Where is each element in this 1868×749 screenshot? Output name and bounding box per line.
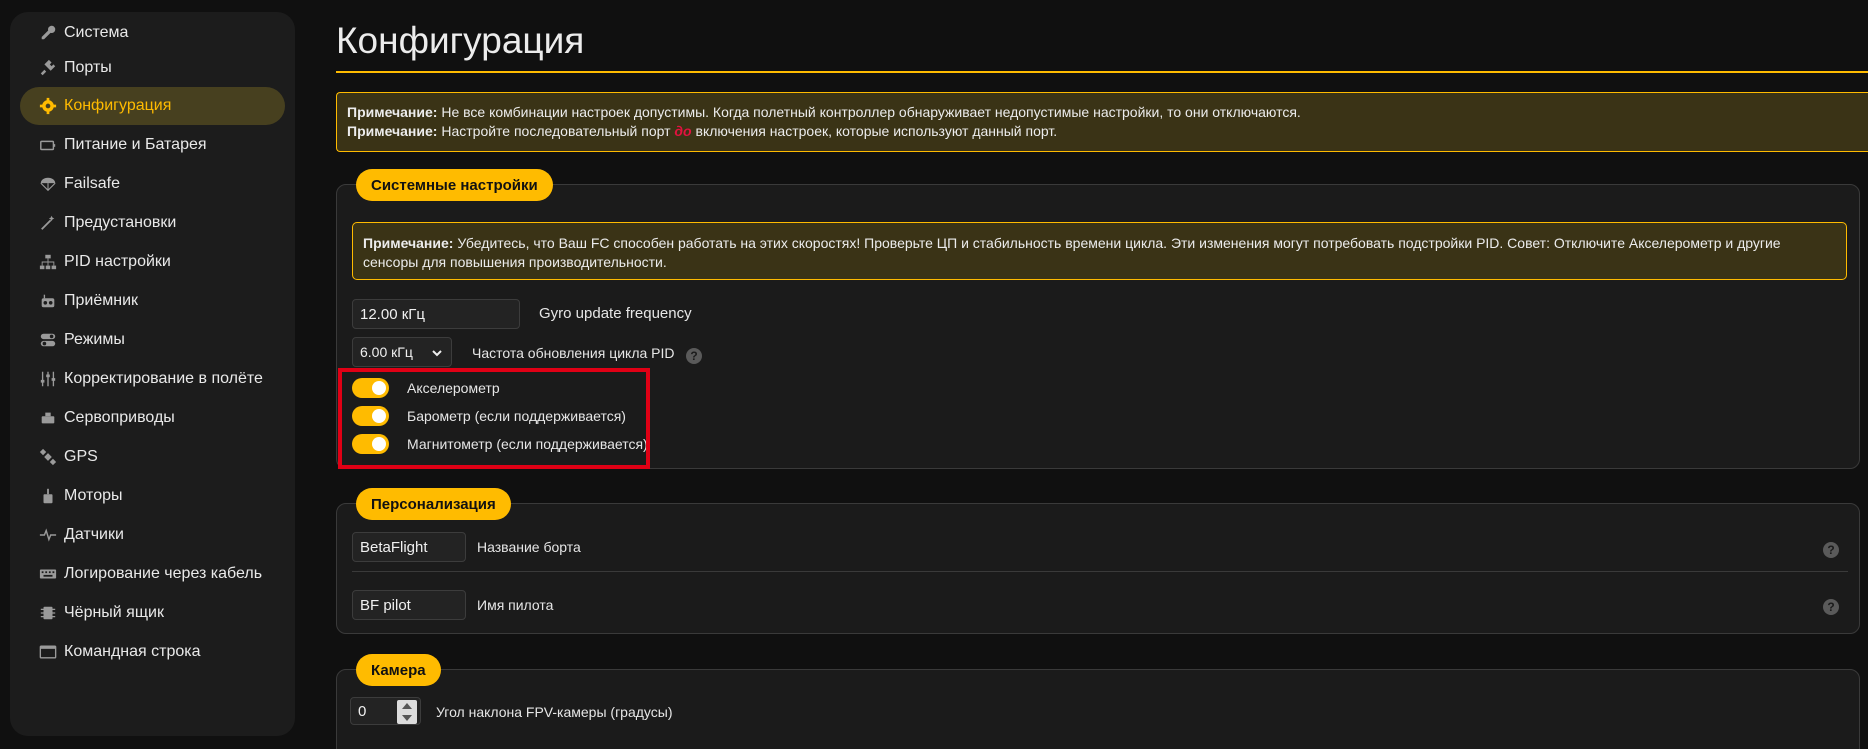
personalization-header: Персонализация <box>356 488 511 520</box>
chevron-down-icon <box>431 346 443 362</box>
sidebar-item-modes[interactable]: Режимы <box>20 321 285 359</box>
gear-icon <box>38 96 58 116</box>
satellite-icon <box>38 447 58 467</box>
sidebar-item-label: Сервоприводы <box>64 409 175 426</box>
sidebar-item-logging[interactable]: Логирование через кабель <box>20 555 285 593</box>
craft-name-label: Название борта <box>477 539 581 555</box>
sidebar-item-power[interactable]: Питание и Батарея <box>20 126 285 164</box>
sidebar-item-adjustments[interactable]: Корректирование в полёте <box>20 360 285 398</box>
title-underline <box>336 71 1868 73</box>
sidebar-item-label: Датчики <box>64 526 124 543</box>
toggles-icon <box>38 330 58 350</box>
help-icon[interactable]: ? <box>1823 542 1839 558</box>
chip-icon <box>38 603 58 623</box>
pilot-name-field[interactable]: BF pilot <box>352 590 466 620</box>
sidebar-item-label: Логирование через кабель <box>64 565 263 582</box>
sidebar-item-failsafe[interactable]: Failsafe <box>20 165 285 203</box>
sidebar-item-label: Моторы <box>64 487 123 504</box>
sidebar-item-pid[interactable]: PID настройки <box>20 243 285 281</box>
note-text: Убедитесь, что Ваш FC способен работать … <box>363 235 1781 270</box>
gyro-frequency-label: Gyro update frequency <box>539 305 692 322</box>
sidebar-item-servos[interactable]: Сервоприводы <box>20 399 285 437</box>
servo-icon <box>38 408 58 428</box>
sidebar-item-ports[interactable]: Порты <box>20 49 285 87</box>
sidebar-item-sensors[interactable]: Датчики <box>20 516 285 554</box>
note-label: Примечание: <box>363 235 454 251</box>
parachute-icon <box>38 174 58 194</box>
sidebar-item-label: Конфигурация <box>64 97 172 114</box>
terminal-icon <box>38 642 58 662</box>
sidebar-item-label: Командная строка <box>64 643 201 660</box>
keyboard-icon <box>38 564 58 584</box>
personalization-panel <box>336 503 1860 634</box>
help-icon[interactable]: ? <box>686 348 702 364</box>
pulse-icon <box>38 525 58 545</box>
magic-wand-icon <box>38 213 58 233</box>
sidebar-item-label: Порты <box>64 59 112 76</box>
spinner-down-icon[interactable] <box>402 715 412 721</box>
highlight-frame <box>338 368 650 469</box>
spinner-up-icon[interactable] <box>402 703 412 709</box>
pid-frequency-value: 6.00 кГц <box>360 344 413 360</box>
note-label: Примечание: <box>347 104 438 120</box>
spinner-buttons[interactable] <box>397 700 417 724</box>
note-emphasis: до <box>674 123 692 139</box>
page-title: Конфигурация <box>336 20 585 61</box>
gyro-frequency-field[interactable]: 12.00 кГц <box>352 299 520 329</box>
note-text: Не все комбинации настроек допустимы. Ко… <box>437 104 1301 120</box>
note-text: Настройте последовательный порт <box>437 123 675 139</box>
note-label: Примечание: <box>347 123 438 139</box>
pid-frequency-select[interactable]: 6.00 кГц <box>352 337 452 367</box>
sidebar-item-gps[interactable]: GPS <box>20 438 285 476</box>
sidebar-item-label: Питание и Батарея <box>64 136 207 153</box>
sidebar-item-label: Failsafe <box>64 175 121 192</box>
plug-icon <box>38 58 58 78</box>
sidebar-item-configuration[interactable]: Конфигурация <box>20 87 285 125</box>
app-root: Система Порты Конфигурация Питание и Бат… <box>0 0 1868 749</box>
sidebar-item-blackbox[interactable]: Чёрный ящик <box>20 594 285 632</box>
sidebar-item-label: Предустановки <box>64 214 177 231</box>
help-icon[interactable]: ? <box>1823 599 1839 615</box>
sidebar-item-presets[interactable]: Предустановки <box>20 204 285 242</box>
camera-angle-value: 0 <box>358 702 367 720</box>
top-note: Примечание: Не все комбинации настроек д… <box>336 92 1868 152</box>
sidebar-item-label: Система <box>64 24 129 41</box>
sidebar-item-label: GPS <box>64 448 98 465</box>
camera-angle-label: Угол наклона FPV-камеры (градусы) <box>436 704 673 720</box>
divider <box>352 571 1848 572</box>
sidebar-item-label: Приёмник <box>64 292 139 309</box>
wrench-icon <box>38 23 58 43</box>
sidebar-item-motors[interactable]: Моторы <box>20 477 285 515</box>
sidebar-item-receiver[interactable]: Приёмник <box>20 282 285 320</box>
sidebar-item-label: Чёрный ящик <box>64 604 164 621</box>
sidebar-item-label: PID настройки <box>64 253 171 270</box>
pid-frequency-label: Частота обновления цикла PID <box>472 345 675 361</box>
sliders-icon <box>38 369 58 389</box>
sidebar-item-cli[interactable]: Командная строка <box>20 633 285 671</box>
sidebar: Система Порты Конфигурация Питание и Бат… <box>10 12 295 736</box>
craft-name-field[interactable]: BetaFlight <box>352 532 466 562</box>
system-settings-header: Системные настройки <box>356 169 553 201</box>
motor-icon <box>38 486 58 506</box>
note-text: включения настроек, которые используют д… <box>691 123 1058 139</box>
radio-icon <box>38 291 58 311</box>
sitemap-icon <box>38 252 58 272</box>
sidebar-item-label: Корректирование в полёте <box>64 370 263 387</box>
system-note: Примечание: Убедитесь, что Ваш FC способ… <box>352 222 1847 280</box>
camera-header: Камера <box>356 654 441 686</box>
battery-icon <box>38 135 58 155</box>
sidebar-item-label: Режимы <box>64 331 125 348</box>
sidebar-item-system[interactable]: Система <box>20 14 285 52</box>
pilot-name-label: Имя пилота <box>477 597 554 613</box>
